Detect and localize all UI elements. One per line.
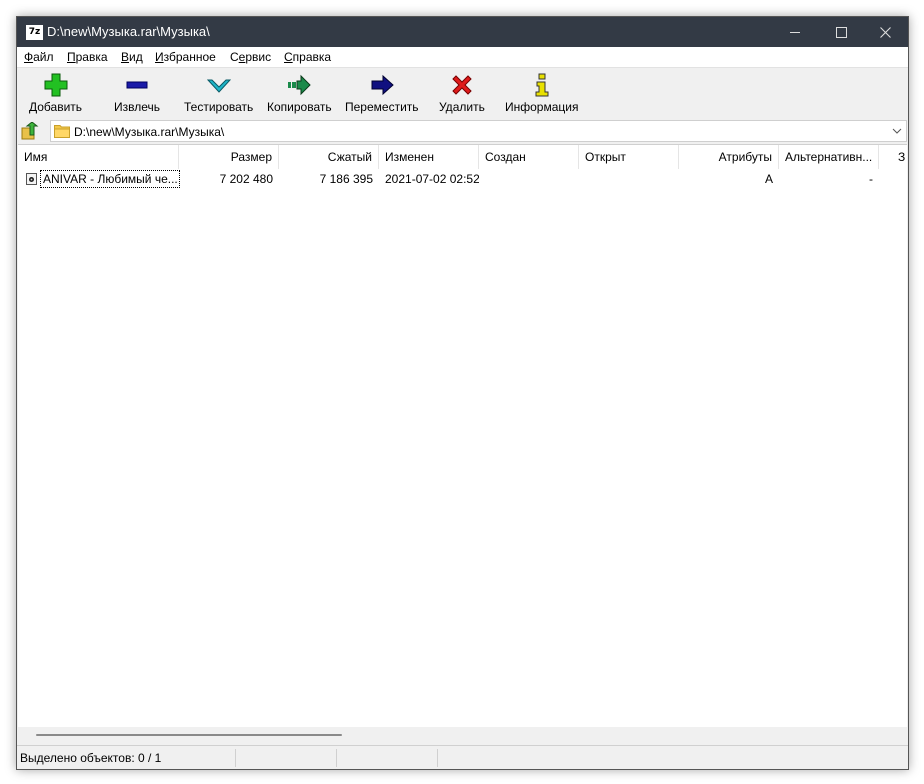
window-title: D:\new\Музыка.rar\Музыка\: [47, 24, 210, 39]
column-headers: Имя Размер Сжатый Изменен Создан Открыт …: [18, 145, 907, 169]
copy-arrow-icon: [288, 74, 312, 96]
extract-label: Извлечь: [114, 100, 161, 114]
column-created[interactable]: Создан: [479, 145, 579, 169]
delete-button[interactable]: Удалить: [439, 70, 485, 116]
table-row[interactable]: ANIVAR - Любимый че... 7 202 480 7 186 3…: [18, 170, 907, 188]
menu-tools[interactable]: Сервис: [230, 50, 271, 64]
column-modified[interactable]: Изменен: [379, 145, 479, 169]
menu-favorites[interactable]: Избранное: [155, 50, 216, 64]
menu-edit[interactable]: Правка: [67, 50, 108, 64]
menu-bar: Файл Правка Вид Избранное Сервис Справка: [17, 47, 908, 68]
delete-x-icon: [452, 75, 472, 95]
archive-window: 7z D:\new\Музыка.rar\Музыка\ Файл Правка…: [16, 16, 909, 770]
status-size: [237, 749, 337, 767]
file-attributes: A: [764, 172, 773, 186]
column-packed[interactable]: Сжатый: [279, 145, 379, 169]
test-button[interactable]: Тестировать: [184, 70, 253, 116]
horizontal-scrollbar[interactable]: [18, 727, 907, 744]
file-created: [479, 170, 579, 188]
column-alternate[interactable]: Альтернативн...: [779, 145, 879, 169]
column-accessed[interactable]: Открыт: [579, 145, 679, 169]
folder-up-icon[interactable]: [21, 122, 39, 140]
chevron-down-icon[interactable]: [891, 125, 903, 137]
copy-label: Копировать: [267, 100, 332, 114]
file-alternate: -: [869, 172, 873, 186]
info-button[interactable]: Информация: [505, 70, 578, 116]
test-label: Тестировать: [184, 100, 254, 114]
minus-icon: [126, 81, 148, 89]
address-bar: D:\new\Музыка.rar\Музыка\: [17, 119, 908, 143]
file-packed-size: 7 186 395: [319, 172, 373, 186]
add-button[interactable]: Добавить: [29, 70, 82, 116]
move-label: Переместить: [345, 100, 419, 114]
column-attributes[interactable]: Атрибуты: [679, 145, 779, 169]
info-icon: [535, 73, 549, 97]
close-icon: [879, 26, 891, 38]
minimize-button[interactable]: [772, 17, 818, 47]
toolbar: Добавить Извлечь Тестировать Копировать: [17, 68, 908, 118]
status-bar: Выделено объектов: 0 / 1: [17, 745, 908, 769]
address-path: D:\new\Музыка.rar\Музыка\: [74, 125, 225, 139]
status-selected: Выделено объектов: 0 / 1: [17, 749, 236, 767]
maximize-icon: [835, 26, 847, 38]
info-label: Информация: [505, 100, 579, 114]
file-name[interactable]: ANIVAR - Любимый че...: [40, 170, 180, 188]
column-extra[interactable]: З: [894, 145, 907, 169]
title-bar[interactable]: 7z D:\new\Музыка.rar\Музыка\: [17, 17, 908, 47]
menu-view[interactable]: Вид: [121, 50, 143, 64]
audio-file-icon: [26, 173, 37, 185]
check-icon: [206, 79, 231, 93]
app-7zip-icon: 7z: [26, 25, 43, 40]
plus-icon: [44, 73, 68, 97]
delete-label: Удалить: [439, 100, 485, 114]
scrollbar-thumb[interactable]: [36, 734, 342, 736]
move-arrow-icon: [371, 74, 394, 96]
menu-help[interactable]: Справка: [284, 50, 331, 64]
copy-button[interactable]: Копировать: [267, 70, 332, 116]
move-button[interactable]: Переместить: [345, 70, 419, 116]
status-packed: [338, 749, 438, 767]
folder-icon: [54, 125, 70, 138]
file-accessed: [579, 170, 679, 188]
add-label: Добавить: [29, 100, 83, 114]
column-name[interactable]: Имя: [18, 145, 179, 169]
status-date: [439, 749, 539, 767]
menu-file[interactable]: Файл: [24, 50, 54, 64]
file-modified: 2021-07-02 02:52: [385, 172, 479, 186]
maximize-button[interactable]: [818, 17, 864, 47]
address-field[interactable]: D:\new\Музыка.rar\Музыка\: [50, 120, 907, 142]
minimize-icon: [790, 31, 800, 33]
file-size: 7 202 480: [219, 172, 273, 186]
close-button[interactable]: [862, 17, 908, 47]
column-size[interactable]: Размер: [179, 145, 279, 169]
file-list[interactable]: Имя Размер Сжатый Изменен Создан Открыт …: [18, 144, 907, 727]
extract-button[interactable]: Извлечь: [114, 70, 160, 116]
